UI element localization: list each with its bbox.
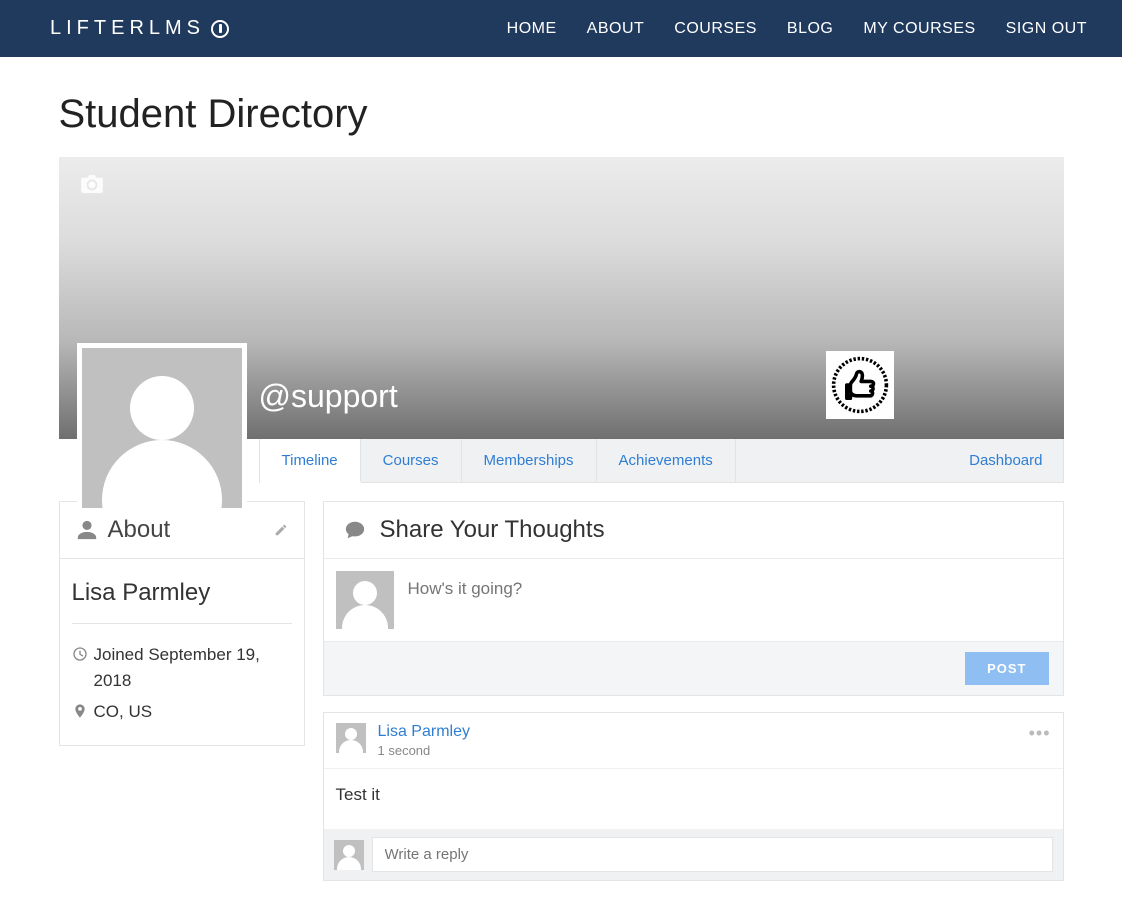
tab-achievements[interactable]: Achievements xyxy=(597,439,736,482)
primary-nav: HOME ABOUT COURSES BLOG MY COURSES SIGN … xyxy=(507,20,1087,38)
profile-avatar[interactable] xyxy=(77,343,247,513)
joined-date: Joined September 19, 2018 xyxy=(94,642,292,695)
tab-memberships[interactable]: Memberships xyxy=(462,439,597,482)
reply-input[interactable] xyxy=(372,837,1053,872)
profile-cover: @support xyxy=(59,157,1064,439)
share-thoughts-card: Share Your Thoughts POST xyxy=(323,501,1064,696)
profile-tabs: Timeline Courses Memberships Achievement… xyxy=(259,439,1064,483)
share-title: Share Your Thoughts xyxy=(380,516,605,544)
composer-avatar xyxy=(336,571,394,629)
share-input[interactable] xyxy=(408,571,1045,607)
post-card: Lisa Parmley 1 second ••• Test it xyxy=(323,712,1064,881)
post-author-avatar[interactable] xyxy=(336,723,366,753)
page-title: Student Directory xyxy=(59,92,1064,137)
nav-blog[interactable]: BLOG xyxy=(787,20,833,38)
tab-timeline[interactable]: Timeline xyxy=(260,439,361,483)
nav-about[interactable]: ABOUT xyxy=(587,20,645,38)
person-icon xyxy=(76,519,98,541)
post-menu-button[interactable]: ••• xyxy=(1029,723,1051,744)
tab-dashboard[interactable]: Dashboard xyxy=(949,439,1042,482)
post-content: Test it xyxy=(324,768,1063,829)
location: CO, US xyxy=(94,699,153,725)
post-button[interactable]: POST xyxy=(965,652,1048,685)
post-author-link[interactable]: Lisa Parmley xyxy=(378,723,470,740)
pencil-icon[interactable] xyxy=(274,523,288,537)
tab-courses[interactable]: Courses xyxy=(361,439,462,482)
nav-home[interactable]: HOME xyxy=(507,20,557,38)
achievement-badge[interactable] xyxy=(826,351,894,419)
logo-icon xyxy=(211,20,229,38)
user-name: Lisa Parmley xyxy=(72,575,292,624)
speech-bubble-icon xyxy=(342,519,368,541)
about-title: About xyxy=(108,516,274,544)
about-card: About Lisa Parmley Joined September 19, … xyxy=(59,501,305,746)
change-cover-button[interactable] xyxy=(81,175,103,198)
site-header: LIFTERLMS HOME ABOUT COURSES BLOG MY COU… xyxy=(0,0,1122,57)
nav-my-courses[interactable]: MY COURSES xyxy=(863,20,975,38)
camera-icon xyxy=(81,175,103,193)
logo-text: LIFTERLMS xyxy=(50,17,205,40)
profile-handle: @support xyxy=(259,378,398,415)
clock-icon xyxy=(72,646,88,662)
location-icon xyxy=(72,703,88,719)
thumbs-up-badge-icon xyxy=(830,355,890,415)
reply-avatar xyxy=(334,840,364,870)
post-timestamp: 1 second xyxy=(378,743,470,758)
site-logo[interactable]: LIFTERLMS xyxy=(50,17,229,40)
avatar-placeholder-icon xyxy=(82,348,242,508)
nav-courses[interactable]: COURSES xyxy=(674,20,757,38)
nav-sign-out[interactable]: SIGN OUT xyxy=(1006,20,1087,38)
